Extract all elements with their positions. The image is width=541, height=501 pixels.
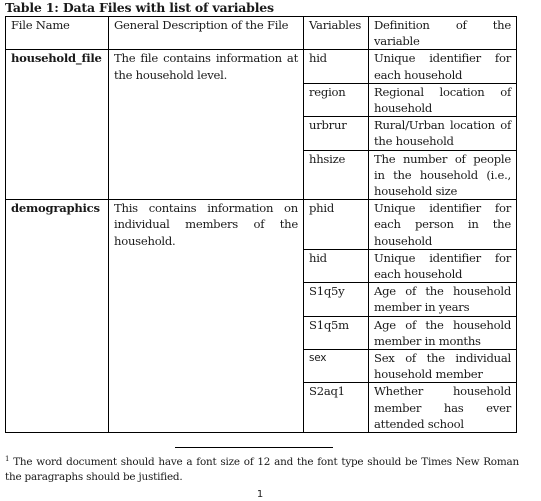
variable-name-cell: sex	[303, 349, 369, 384]
variable-name-cell: urbrur	[303, 116, 369, 151]
variable-name-cell: S1q5y	[303, 282, 369, 317]
file-description-cell: The file contains information at the hou…	[108, 49, 304, 201]
table-caption: Table 1: Data Files with list of variabl…	[5, 0, 274, 15]
footnote-marker: 1	[5, 455, 10, 463]
header-description: General Description of the File	[108, 15, 304, 51]
variable-name-cell: hhsize	[303, 149, 369, 201]
header-file-name: File Name	[5, 15, 109, 51]
variable-name-cell: phid	[303, 199, 369, 250]
variable-definition-cell: Sex of the individual household member	[368, 349, 517, 384]
variable-definition-cell: The number of people in the household (i…	[368, 149, 517, 201]
data-files-table: File Name General Description of the Fil…	[5, 15, 517, 434]
table-row: household_file The file contains informa…	[5, 49, 517, 201]
footnote-text: The word document should have a font siz…	[5, 456, 520, 483]
variable-definition-cell: Age of the household member in years	[368, 282, 517, 317]
file-description-cell: This contains information on individual …	[108, 199, 304, 434]
header-definition: Definition of the variable	[368, 15, 517, 51]
file-name-cell: household_file	[5, 49, 109, 201]
variable-definition-cell: Age of the household member in months	[368, 315, 517, 351]
variable-definition-cell: Whether household member has ever attend…	[368, 382, 517, 434]
table-header-row: File Name General Description of the Fil…	[5, 15, 517, 51]
footnote: 1 The word document should have a font s…	[5, 455, 519, 485]
variable-name-cell: region	[303, 82, 369, 118]
variable-name-cell: S2aq1	[303, 382, 369, 434]
table-row: demographics This contains information o…	[5, 199, 517, 434]
file-name-cell: demographics	[5, 199, 109, 434]
variable-definition-cell: Unique identifier for each household	[368, 49, 517, 84]
header-variables: Variables	[303, 15, 369, 51]
variable-definition-cell: Regional location of household	[368, 82, 517, 118]
variable-definition-cell: Rural/Urban location of the household	[368, 116, 517, 151]
variable-name-cell: hid	[303, 248, 369, 284]
page-number: 1	[256, 489, 264, 500]
variable-name-cell: hid	[303, 49, 369, 84]
variable-definition-cell: Unique identifier for each household	[368, 248, 517, 284]
variable-name-cell: S1q5m	[303, 315, 369, 351]
footnote-separator	[175, 447, 333, 448]
variable-definition-cell: Unique identifier for each person in the…	[368, 199, 517, 250]
